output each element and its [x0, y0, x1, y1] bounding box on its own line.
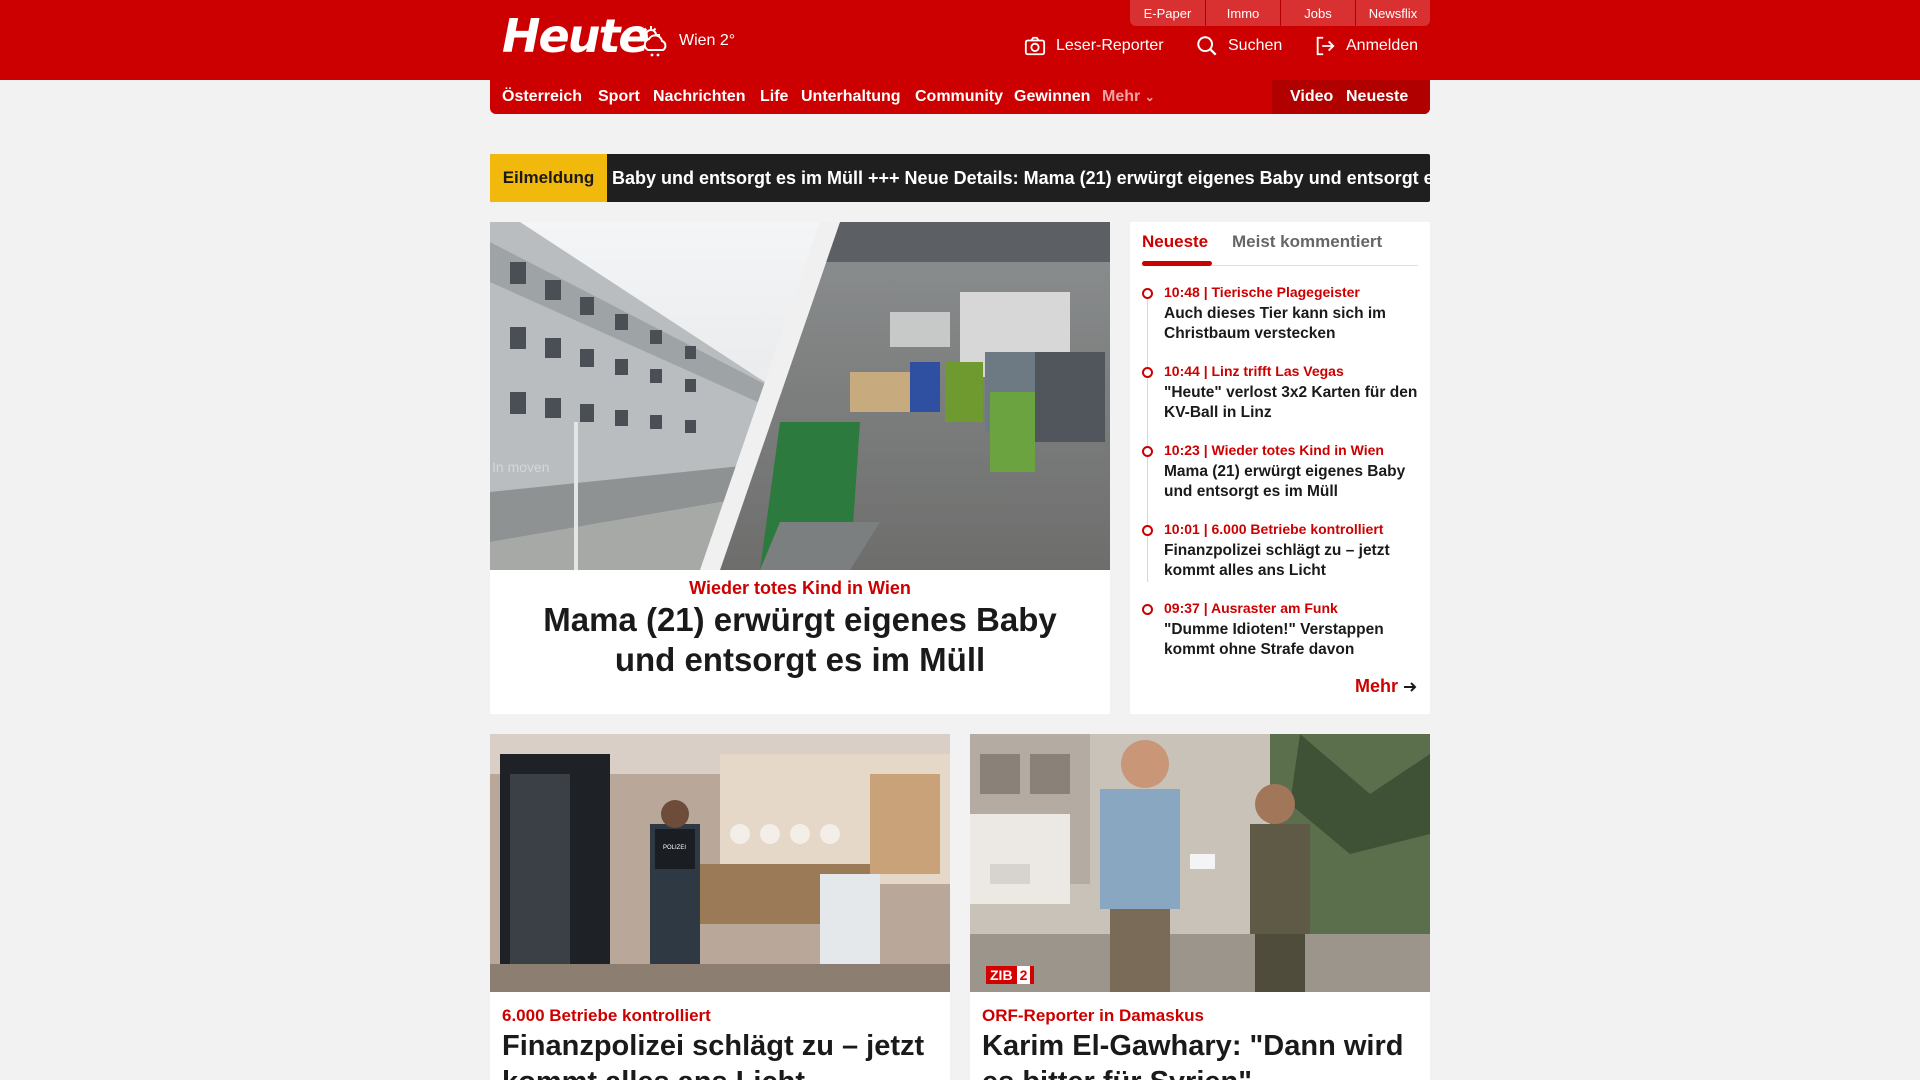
arrow-right-icon: [1404, 681, 1417, 692]
tab-newsflix[interactable]: Newsflix: [1355, 0, 1430, 26]
hero-kicker: Wieder totes Kind in Wien: [689, 578, 911, 598]
more-label: Mehr: [1354, 676, 1398, 696]
news-title[interactable]: Finanzpolizei schlägt zu – jetzt kommt a…: [1164, 541, 1422, 581]
card-image[interactable]: POLIZEI: [490, 734, 950, 992]
main-navigation: Österreich Sport Nachrichten Life Unterh…: [490, 80, 1430, 114]
nav-more-label: Mehr: [1102, 88, 1141, 105]
timeline-dot-icon: [1142, 367, 1153, 378]
timeline-dot-icon: [1142, 446, 1153, 457]
card-title[interactable]: Karim El-Gawhary: "Dann wird es bitter f…: [982, 1028, 1422, 1080]
tab-epaper[interactable]: E-Paper: [1130, 0, 1205, 26]
hero-article[interactable]: In moven Wieder totes Kind in Wien Mama …: [490, 222, 1110, 714]
search-label: Suchen: [1228, 37, 1283, 54]
card-title[interactable]: Finanzpolizei schlägt zu – jetzt kommt a…: [502, 1028, 942, 1080]
tab-jobs[interactable]: Jobs: [1280, 0, 1355, 26]
service-tabs: E-Paper Immo Jobs Newsflix: [1130, 0, 1430, 26]
nav-item-neueste[interactable]: Neueste: [1346, 80, 1408, 114]
nav-item-nachrichten[interactable]: Nachrichten: [653, 80, 745, 114]
news-meta: 10:48 | Tierische Plagegeister: [1164, 284, 1360, 300]
card-photo-salon: POLIZEI: [490, 734, 950, 992]
article-card[interactable]: ZIB 2 ORF-Reporter in Damaskus Karim El-…: [970, 734, 1430, 1080]
breaking-news-ticker[interactable]: Eilmeldung Baby und entsorgt es im Müll …: [490, 154, 1430, 202]
card-image[interactable]: ZIB 2: [970, 734, 1430, 992]
news-meta: 09:37 | Ausraster am Funk: [1164, 600, 1338, 616]
tab-neueste[interactable]: Neueste: [1142, 232, 1208, 252]
nav-item-oesterreich[interactable]: Österreich: [502, 80, 582, 114]
timeline-line: [1147, 294, 1148, 582]
timeline-dot-icon: [1142, 525, 1153, 536]
leser-reporter-button[interactable]: Leser-Reporter: [1024, 34, 1164, 58]
hero-image[interactable]: In moven: [490, 222, 1110, 570]
camera-icon: [1024, 36, 1046, 56]
nav-item-sport[interactable]: Sport: [598, 80, 640, 114]
news-title[interactable]: "Heute" verlost 3x2 Karten für den KV-Ba…: [1164, 383, 1422, 423]
timeline-dot-icon: [1142, 288, 1153, 299]
breaking-text[interactable]: Baby und entsorgt es im Müll +++ Neue De…: [612, 154, 1430, 202]
news-meta: 10:44 | Linz trifft Las Vegas: [1164, 363, 1344, 379]
news-meta: 10:01 | 6.000 Betriebe kontrolliert: [1164, 521, 1384, 537]
more-link[interactable]: Mehr: [1355, 676, 1418, 697]
search-icon: [1197, 36, 1217, 56]
nav-item-life[interactable]: Life: [760, 80, 788, 114]
nav-item-gewinnen[interactable]: Gewinnen: [1014, 80, 1090, 114]
tab-immo[interactable]: Immo: [1205, 0, 1280, 26]
news-title[interactable]: Auch dieses Tier kann sich im Christbaum…: [1164, 304, 1422, 344]
nav-more-dropdown[interactable]: Mehr ⌄: [1102, 80, 1155, 114]
card-kicker: 6.000 Betriebe kontrolliert: [502, 1006, 711, 1025]
timeline-dot-icon: [1142, 604, 1153, 615]
news-title[interactable]: "Dumme Idioten!" Verstappen kommt ohne S…: [1164, 620, 1422, 660]
news-meta: 10:23 | Wieder totes Kind in Wien: [1164, 442, 1384, 458]
leser-reporter-label: Leser-Reporter: [1056, 37, 1164, 54]
header-actions: Leser-Reporter Suchen Anmelden: [0, 34, 1920, 60]
nav-item-community[interactable]: Community: [915, 80, 1003, 114]
chevron-down-icon: ⌄: [1144, 90, 1155, 104]
login-button[interactable]: Anmelden: [1314, 34, 1418, 58]
svg-text:POLIZEI: POLIZEI: [663, 845, 686, 851]
active-tab-indicator: [1142, 261, 1212, 266]
card-kicker: ORF-Reporter in Damaskus: [982, 1006, 1204, 1025]
nav-item-video[interactable]: Video: [1290, 80, 1333, 114]
login-label: Anmelden: [1346, 37, 1419, 54]
hero-title[interactable]: Mama (21) erwürgt eigenes Baby und entso…: [510, 600, 1090, 680]
site-header: Heute Wien 2° E-Paper Immo Jobs Newsflix…: [0, 0, 1920, 80]
svg-text:In moven: In moven: [492, 459, 550, 475]
login-icon: [1316, 36, 1335, 56]
nav-item-unterhaltung[interactable]: Unterhaltung: [801, 80, 901, 114]
zib2-badge: ZIB 2: [986, 966, 1035, 984]
news-title[interactable]: Mama (21) erwürgt eigenes Baby und entso…: [1164, 462, 1422, 502]
tab-meist-kommentiert[interactable]: Meist kommentiert: [1232, 232, 1382, 252]
hero-photo: In moven: [490, 222, 1110, 570]
article-card[interactable]: POLIZEI 6.000 Betriebe kontrolliert Fina…: [490, 734, 950, 1080]
breaking-label: Eilmeldung: [490, 154, 607, 202]
search-button[interactable]: Suchen: [1196, 34, 1282, 58]
zib-number: 2: [1016, 966, 1031, 984]
nav-right-section: Video Neueste: [1272, 80, 1430, 114]
zib-label: ZIB: [990, 967, 1013, 983]
card-photo-damascus: [970, 734, 1430, 992]
sidebar-tabs: Neueste Meist kommentiert: [1142, 222, 1418, 266]
latest-news-sidebar: Neueste Meist kommentiert 10:48 | Tieris…: [1130, 222, 1430, 714]
